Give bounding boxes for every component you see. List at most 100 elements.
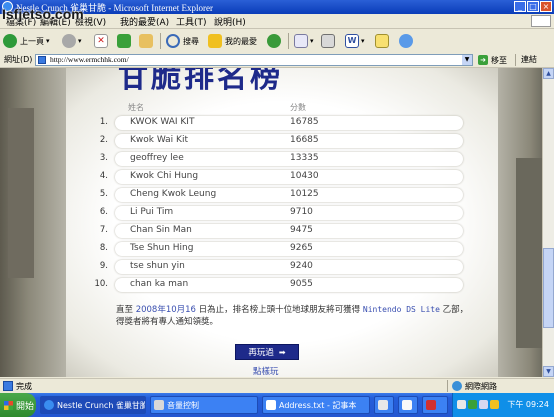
name-column-header: 姓名	[128, 103, 144, 112]
media-button[interactable]	[267, 32, 281, 50]
chevron-down-icon[interactable]: ▾	[310, 37, 314, 45]
favorites-button[interactable]: 我的最愛	[208, 32, 257, 50]
rank: 5.	[99, 189, 108, 199]
taskbar-item-notepad[interactable]: Address.txt - 記事本	[262, 396, 370, 414]
prize-note: 直至 2008年10月16 日為止，排名榜上頭十位地球朋友將可獲得 Ninten…	[116, 304, 476, 328]
chevron-down-icon[interactable]: ▾	[46, 37, 50, 45]
favorites-label: 我的最愛	[225, 36, 257, 46]
player-score: 9265	[290, 243, 313, 253]
scroll-down-icon[interactable]: ▼	[543, 366, 554, 377]
refresh-button[interactable]	[117, 32, 131, 50]
scroll-thumb[interactable]	[543, 248, 554, 328]
messenger-button[interactable]	[399, 32, 413, 50]
tray-icon[interactable]	[490, 400, 499, 409]
arrow-right-icon: ➡	[278, 347, 286, 357]
start-label: 開始	[16, 401, 35, 412]
globe-icon	[452, 381, 462, 391]
taskbar-item-shield[interactable]	[422, 396, 448, 414]
forward-button[interactable]: ▾	[62, 32, 82, 50]
word-button[interactable]: W ▾	[345, 32, 365, 50]
home-icon	[139, 34, 153, 48]
start-button[interactable]: 開始	[0, 393, 36, 417]
note-prize: Nintendo DS Lite	[362, 305, 440, 314]
maximize-button[interactable]: □	[527, 1, 539, 12]
note-date: 2008年10月16	[135, 305, 196, 315]
taskbar-item-ie[interactable]: Nestle Crunch 雀巢甘脆...	[40, 396, 146, 414]
player-score: 9710	[290, 207, 313, 217]
rank: 3.	[99, 153, 108, 163]
rank: 6.	[99, 207, 108, 217]
speaker-icon[interactable]	[479, 400, 488, 409]
leaderboard-panel	[66, 68, 498, 377]
player-score: 9055	[290, 279, 313, 289]
word-icon: W	[345, 34, 359, 48]
shield-icon	[426, 400, 436, 410]
tray-icon[interactable]	[468, 400, 477, 409]
mail-icon	[294, 34, 308, 48]
go-arrow-icon: ➜	[478, 55, 488, 65]
address-label: 網址(D)	[4, 55, 33, 64]
note-icon	[375, 34, 389, 48]
player-score: 10125	[290, 189, 319, 199]
menu-help[interactable]: 說明(H)	[214, 15, 246, 28]
taskbar-item-volume[interactable]: 音量控制	[150, 396, 258, 414]
taskbar-item-help[interactable]	[398, 396, 418, 414]
search-button[interactable]: 搜尋	[166, 32, 199, 50]
address-bar: 網址(D) http://www.ermchhk.com/ ▼ ➜ 移至 連結	[0, 53, 554, 68]
address-dropdown-icon[interactable]: ▼	[462, 55, 472, 65]
player-name: Li Pui Tim	[130, 207, 174, 217]
chevron-down-icon[interactable]: ▾	[78, 37, 82, 45]
minimize-button[interactable]: _	[514, 1, 526, 12]
back-arrow-icon	[3, 34, 17, 48]
home-button[interactable]	[139, 32, 153, 50]
volume-icon	[154, 400, 164, 410]
messenger-icon	[399, 34, 413, 48]
page-icon	[38, 56, 46, 64]
app-icon	[378, 400, 388, 410]
notes-button[interactable]	[375, 32, 389, 50]
menu-favorites[interactable]: 我的最愛(A)	[120, 15, 169, 28]
player-name: KWOK WAI KIT	[130, 117, 195, 127]
mail-button[interactable]: ▾	[294, 32, 314, 50]
stop-icon: ✕	[94, 34, 108, 48]
stop-button[interactable]: ✕	[94, 32, 108, 50]
web-content: 甘脆排名榜 姓名 分數 1. KWOK WAI KIT 16785 2. Kwo…	[0, 68, 554, 377]
scroll-up-icon[interactable]: ▲	[543, 68, 554, 79]
help-icon	[402, 400, 412, 410]
chevron-down-icon[interactable]: ▾	[361, 37, 365, 45]
page-icon	[3, 381, 13, 391]
player-score: 10430	[290, 171, 319, 181]
security-zone: 網際網路	[447, 380, 497, 392]
how-to-play-link[interactable]: 點樣玩	[253, 365, 279, 377]
go-label: 移至	[491, 55, 507, 65]
player-score: 16785	[290, 117, 319, 127]
notepad-icon	[266, 400, 276, 410]
windows-logo-icon	[4, 400, 13, 410]
note-text: 日為止，排名榜上頭十位地球朋友將可獲得	[195, 305, 363, 315]
address-input[interactable]: http://www.ermchhk.com/ ▼	[35, 54, 473, 66]
replay-button[interactable]: 再玩過 ➡	[235, 344, 299, 360]
vertical-scrollbar[interactable]: ▲ ▼	[542, 68, 554, 377]
task-label: Address.txt - 記事本	[279, 400, 357, 410]
rank: 7.	[99, 225, 108, 235]
taskbar-item-app[interactable]	[374, 396, 394, 414]
player-name: tse shun yin	[130, 261, 185, 271]
score-column-header: 分數	[290, 103, 306, 112]
player-name: Kwok Wai Kit	[130, 135, 188, 145]
address-url[interactable]: http://www.ermchhk.com/	[50, 55, 129, 64]
tray-icon[interactable]	[457, 400, 466, 409]
menu-tools[interactable]: 工具(T)	[176, 15, 207, 28]
print-button[interactable]	[321, 32, 335, 50]
player-name: Cheng Kwok Leung	[130, 189, 217, 199]
close-button[interactable]: ×	[540, 1, 552, 12]
go-button[interactable]: ➜ 移至	[478, 54, 507, 66]
links-button[interactable]: 連結	[515, 54, 537, 66]
forward-arrow-icon	[62, 34, 76, 48]
ie-icon	[44, 400, 54, 410]
back-button[interactable]: 上一頁 ▾	[3, 32, 50, 50]
player-score: 9240	[290, 261, 313, 271]
task-label: Nestle Crunch 雀巢甘脆...	[57, 400, 146, 410]
player-score: 13335	[290, 153, 319, 163]
search-label: 搜尋	[183, 36, 199, 46]
back-label: 上一頁	[20, 36, 44, 46]
